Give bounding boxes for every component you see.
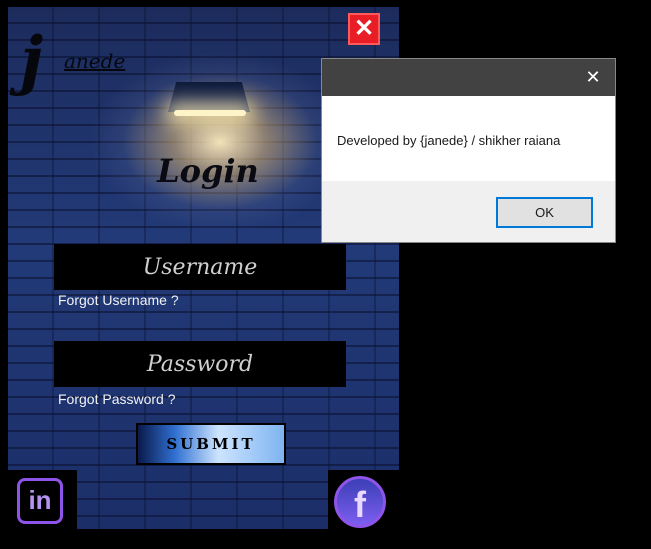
dialog-footer: OK [322, 181, 615, 242]
username-field[interactable] [54, 244, 346, 290]
lamp-light [174, 110, 246, 116]
brand-logo-letter: j [20, 23, 44, 98]
linkedin-icon[interactable]: in [17, 478, 63, 524]
wall-lamp-image [168, 82, 250, 112]
brand-logo-word: anede [64, 49, 126, 73]
close-button[interactable]: ✕ [348, 13, 380, 45]
forgot-password-link[interactable]: Forgot Password ? [58, 391, 176, 407]
ok-button[interactable]: OK [496, 197, 593, 228]
forgot-username-link[interactable]: Forgot Username ? [58, 292, 179, 308]
password-field[interactable] [54, 341, 346, 387]
linkedin-tile: in [8, 470, 77, 529]
message-dialog: ✕ Developed by {janede} / shikher raiana… [321, 58, 616, 243]
dialog-message: Developed by {janede} / shikher raiana [337, 133, 561, 148]
dialog-titlebar[interactable]: ✕ [322, 59, 615, 96]
submit-button[interactable]: SUBMIT [136, 423, 286, 465]
brand-logo: j anede [12, 29, 142, 115]
facebook-tile: f [328, 470, 399, 529]
page-title: Login [157, 152, 259, 190]
dialog-close-icon[interactable]: ✕ [571, 59, 615, 96]
facebook-icon[interactable]: f [334, 476, 386, 528]
